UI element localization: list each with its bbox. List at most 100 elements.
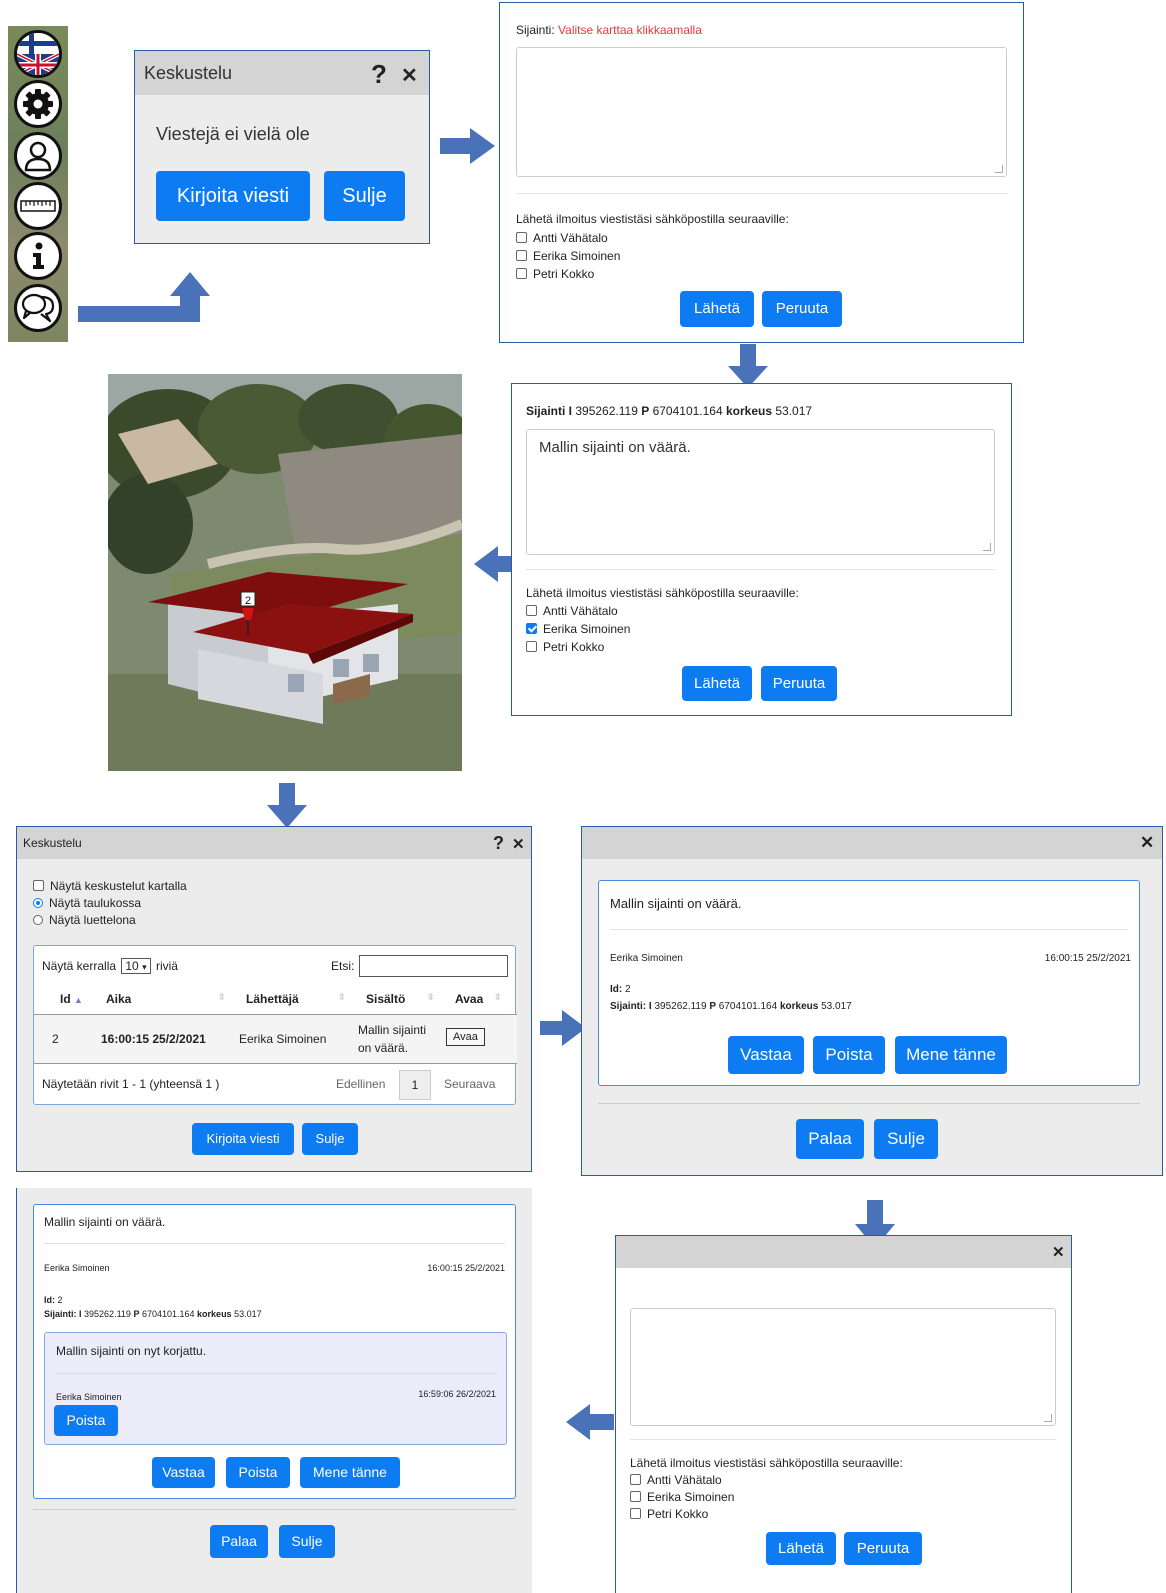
close-button[interactable]: Sulje [302,1123,358,1155]
row-sender: Eerika Simoinen [239,1032,327,1046]
reply-textarea[interactable] [630,1308,1056,1426]
close-icon[interactable]: ✕ [512,835,525,853]
ruler-icon[interactable] [14,182,62,230]
close-button[interactable]: Sulje [324,171,405,221]
column-header-open[interactable]: Avaa [455,992,483,1006]
reply-button[interactable]: Vastaa [728,1036,804,1074]
page-size-select[interactable]: 10 ▾ [121,958,151,974]
view-option-radio-selected[interactable] [33,898,43,908]
delete-button[interactable]: Poista [813,1036,885,1074]
help-icon[interactable]: ? [493,833,504,854]
cancel-button[interactable]: Peruuta [762,291,842,327]
recipient-checkbox[interactable] [516,250,527,261]
write-message-button[interactable]: Kirjoita viesti [156,171,310,221]
message-textarea[interactable]: Mallin sijainti on väärä. [526,429,995,555]
location-label: Sijainti: [516,23,555,37]
send-button[interactable]: Lähetä [766,1532,836,1565]
pagination-prev[interactable]: Edellinen [336,1077,385,1091]
recipient-row[interactable]: Petri Kokko [516,267,594,281]
dialog-title: Keskustelu [23,836,82,850]
notify-label: Lähetä ilmoitus viestistäsi sähköpostill… [630,1456,903,1470]
recipient-row[interactable]: Petri Kokko [526,640,604,654]
recipient-checkbox[interactable] [630,1474,641,1485]
flag-fi-gb-icon[interactable] [14,30,62,78]
pagination-page[interactable]: 1 [399,1070,431,1100]
message-location: Sijainti: I 395262.119 P 6704101.164 kor… [610,1001,852,1012]
recipient-name: Eerika Simoinen [647,1490,735,1504]
new-message-form: Sijainti: Valitse karttaa klikkaamalla L… [499,2,1024,343]
view-option-map[interactable]: Näytä keskustelut kartalla [33,879,187,893]
view-option-table[interactable]: Näytä taulukossa [33,896,141,910]
recipient-name: Antti Vähätalo [543,604,618,618]
recipient-checkbox[interactable] [516,232,527,243]
close-icon[interactable]: ✕ [1052,1243,1065,1261]
gear-icon[interactable] [14,80,62,128]
reply-delete-button[interactable]: Poista [54,1405,118,1436]
column-header-id[interactable]: Id ▲ [60,992,83,1006]
flow-arrow-form1-to-form2 [728,344,768,388]
flow-arrow-chat-to-form1 [440,128,495,164]
cancel-button[interactable]: Peruuta [761,666,837,701]
user-icon[interactable] [14,132,62,180]
location-h-value: 53.017 [775,404,813,418]
recipient-row[interactable]: Antti Vähätalo [516,231,608,245]
close-icon[interactable]: ✕ [1140,833,1154,853]
view-option-checkbox[interactable] [33,880,44,891]
reply-text: Mallin sijainti on nyt korjattu. [56,1344,207,1358]
message-id: Id: 2 [44,1295,63,1305]
recipient-row[interactable]: Antti Vähätalo [630,1473,722,1487]
open-button[interactable]: Avaa [446,1028,485,1046]
view-option-radio[interactable] [33,915,43,925]
column-header-time[interactable]: Aika [106,992,131,1006]
recipient-row[interactable]: Antti Vähätalo [526,604,618,618]
row-content-line2: on väärä. [358,1041,409,1055]
flow-arrow-scene-to-list [267,783,307,828]
recipient-row[interactable]: Petri Kokko [630,1507,708,1521]
back-button[interactable]: Palaa [210,1525,268,1558]
go-here-button[interactable]: Mene tänne [895,1036,1007,1074]
help-icon[interactable]: ? [371,59,387,90]
send-button[interactable]: Lähetä [682,666,752,701]
recipient-checkbox-checked[interactable] [526,623,537,634]
info-icon[interactable] [14,232,62,280]
go-here-button[interactable]: Mene tänne [300,1457,400,1488]
3d-scene-view[interactable]: 2 [108,374,462,771]
dialog-title-bar: Keskustelu ? ✕ [135,51,429,95]
recipient-checkbox[interactable] [526,641,537,652]
table-row[interactable]: 2 16:00:15 25/2/2021 Eerika Simoinen Mal… [34,1015,517,1064]
chat-icon[interactable] [14,284,62,332]
location-i-value: 395262.119 [575,404,638,418]
reply-button[interactable]: Vastaa [152,1457,215,1488]
recipient-checkbox[interactable] [630,1508,641,1519]
recipient-checkbox[interactable] [630,1491,641,1502]
messages-table-card: Näytä kerralla 10 ▾ riviä Etsi: Id ▲ Aik… [33,945,517,1105]
message-textarea[interactable] [516,47,1007,177]
3d-scene-image: 2 [108,374,462,771]
delete-button[interactable]: Poista [226,1457,290,1488]
recipient-row[interactable]: Eerika Simoinen [516,249,620,263]
message-sender: Eerika Simoinen [44,1263,110,1273]
send-button[interactable]: Lähetä [680,291,754,327]
recipient-name: Eerika Simoinen [533,249,621,263]
recipient-name: Antti Vähätalo [533,231,608,245]
cancel-button[interactable]: Peruuta [844,1532,922,1565]
search-input[interactable] [359,955,508,977]
view-option-list[interactable]: Näytä luettelona [33,913,136,927]
location-hint: Valitse karttaa klikkaamalla [558,23,702,37]
recipient-checkbox[interactable] [516,268,527,279]
column-header-sender[interactable]: Lähettäjä [246,992,299,1006]
write-message-button[interactable]: Kirjoita viesti [192,1123,294,1155]
column-header-content[interactable]: Sisältö [366,992,405,1006]
notify-label: Lähetä ilmoitus viestistäsi sähköpostill… [516,212,789,226]
close-button[interactable]: Sulje [279,1525,335,1558]
location-line: Sijainti I 395262.119 P 6704101.164 kork… [526,404,812,418]
close-icon[interactable]: ✕ [401,63,418,88]
recipient-row[interactable]: Eerika Simoinen [526,622,630,636]
back-button[interactable]: Palaa [796,1119,864,1159]
pagination-next[interactable]: Seuraava [444,1077,495,1091]
recipient-row[interactable]: Eerika Simoinen [630,1490,734,1504]
close-button[interactable]: Sulje [874,1119,938,1159]
chevron-down-icon: ▾ [142,962,147,972]
recipient-checkbox[interactable] [526,605,537,616]
chat-list-dialog: Keskustelu ? ✕ Näytä keskustelut kartall… [16,826,532,1172]
